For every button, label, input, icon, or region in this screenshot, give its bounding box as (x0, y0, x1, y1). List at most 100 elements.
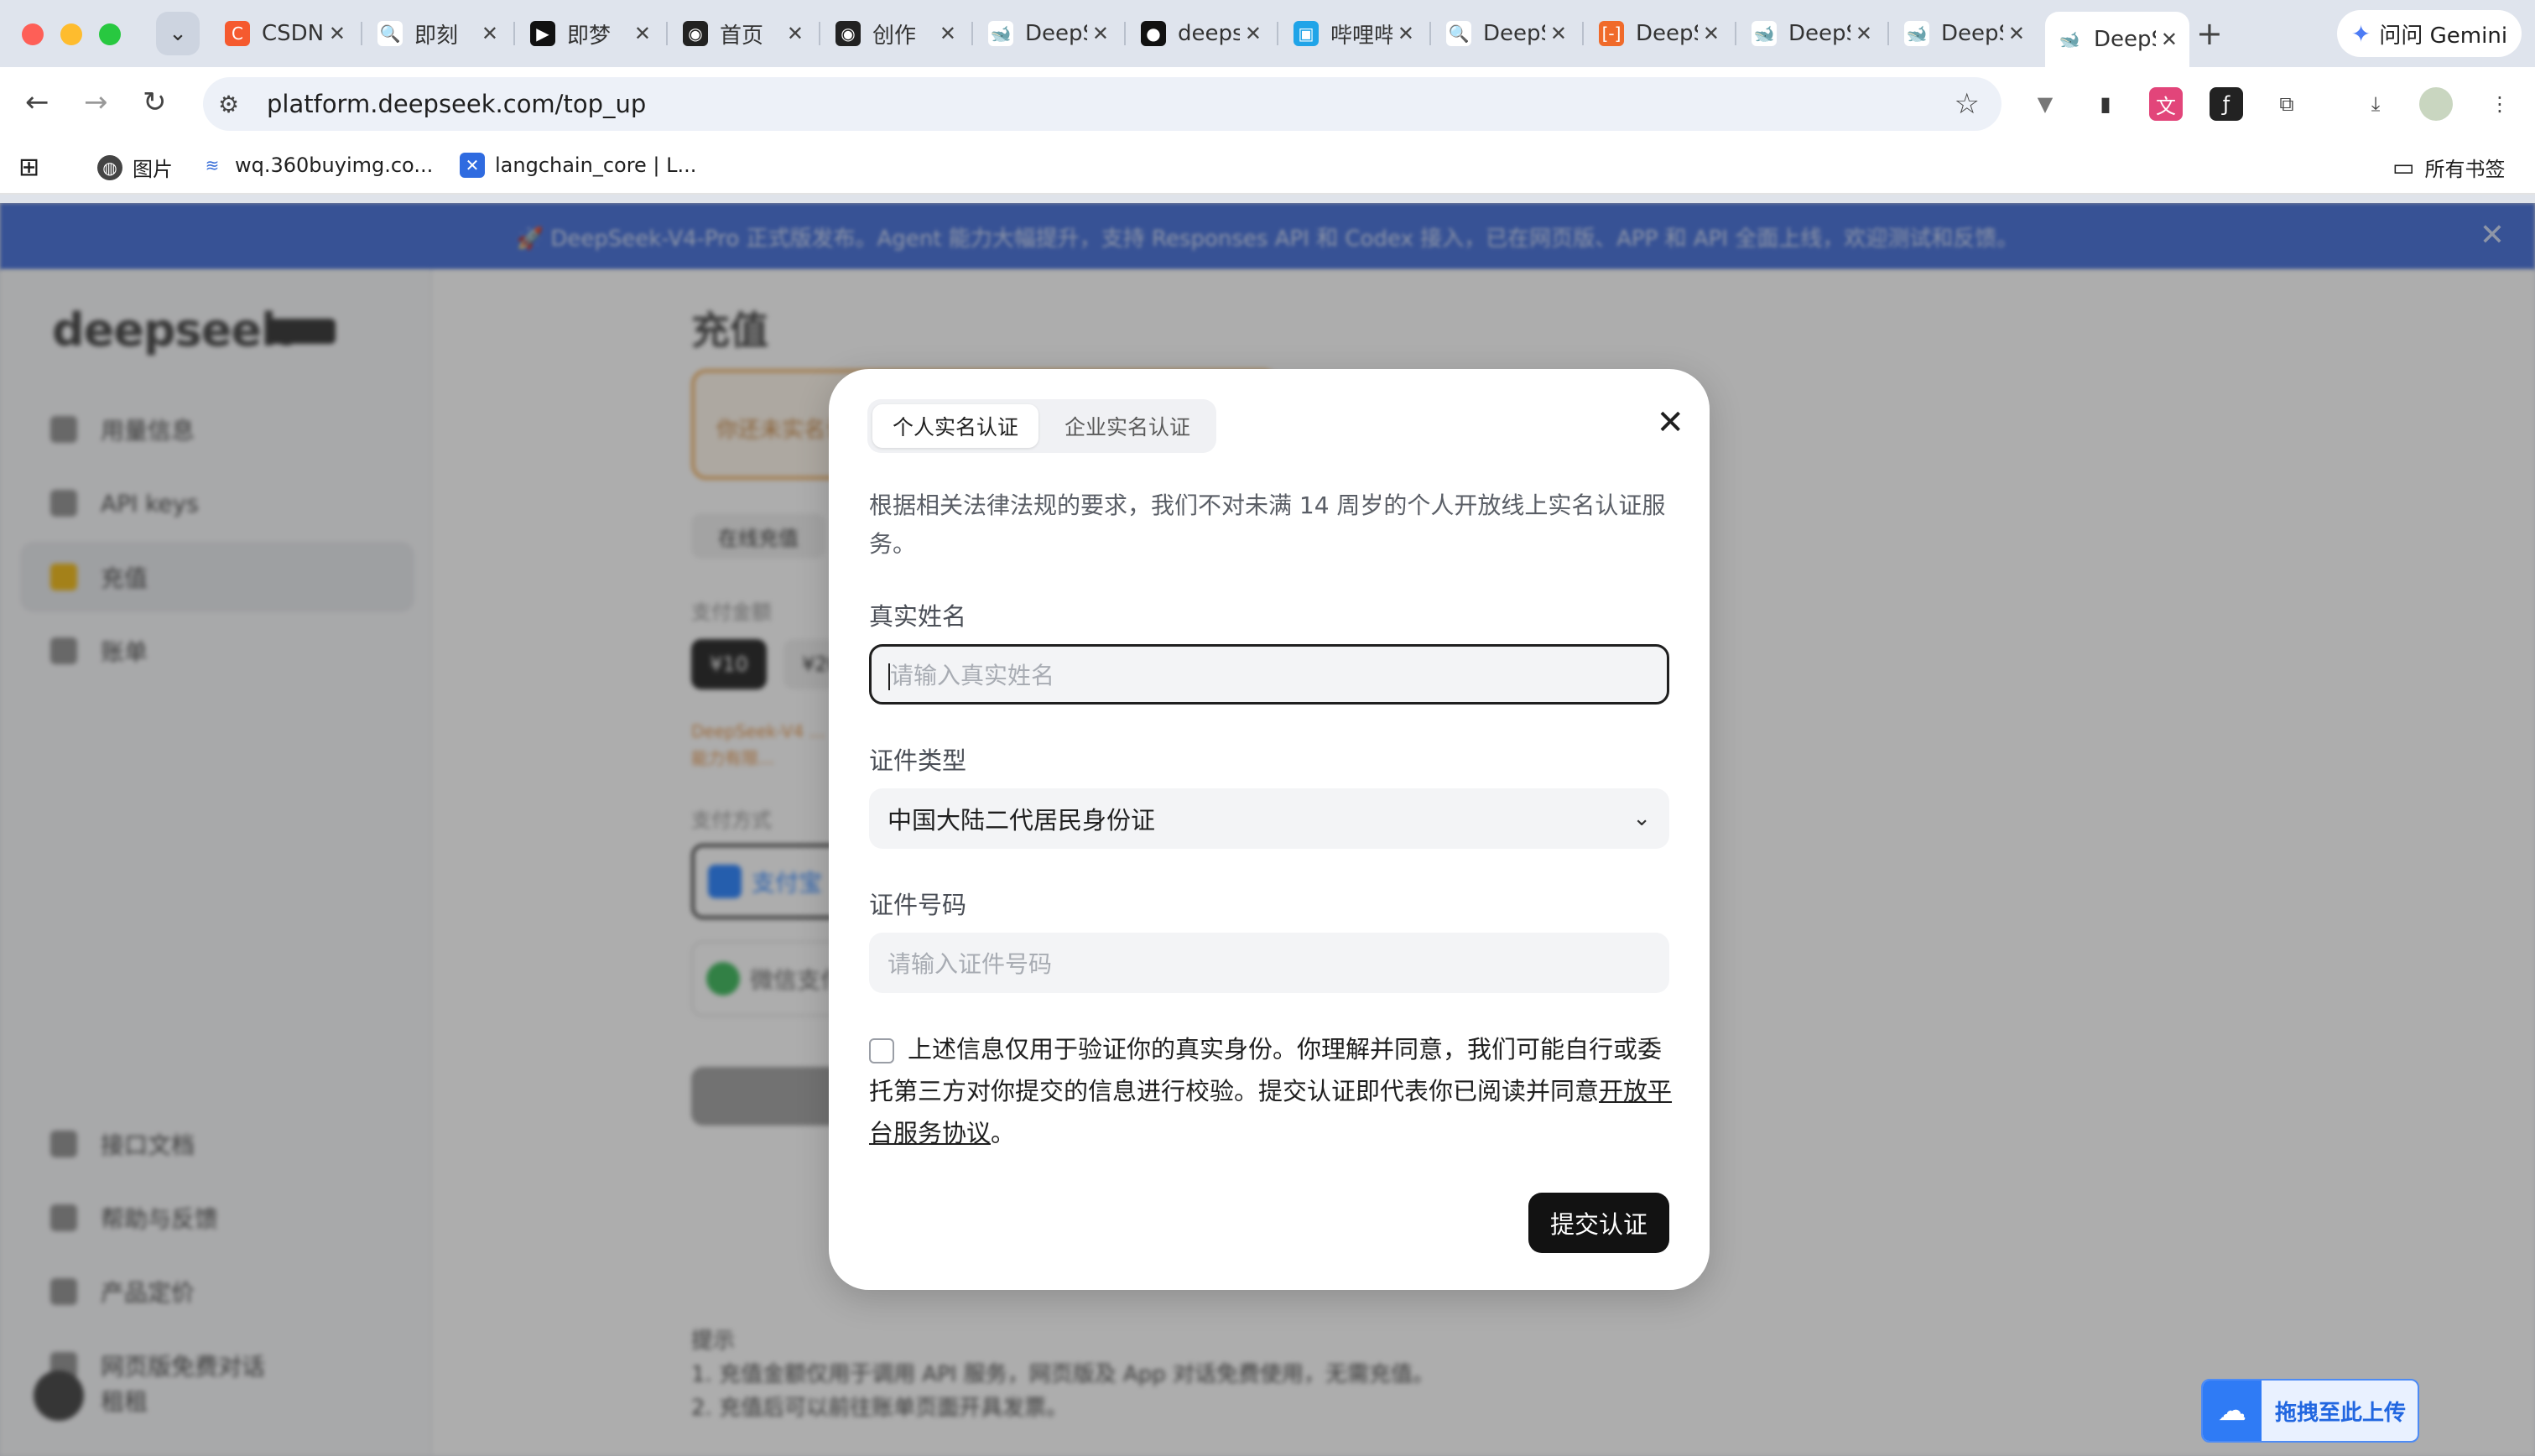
tab-separator (666, 22, 668, 45)
browser-tab[interactable]: 🐋DeepSeek✕ (1740, 12, 1884, 55)
tab-favicon-icon: 🐋 (1904, 21, 1929, 46)
chevron-down-icon: ⌄ (169, 21, 187, 46)
tab-title: DeepSeek (1483, 21, 1545, 46)
browser-tab[interactable]: ▣ 哔哩哔哩 ✕ (1282, 12, 1426, 55)
langchain-icon: ✕ (460, 153, 485, 178)
chevron-down-icon: ⌄ (1632, 806, 1651, 831)
id-type-label: 证件类型 (869, 746, 967, 775)
real-name-verification-dialog: 个人实名认证 企业实名认证 ✕ 根据相关法律法规的要求，我们不对未满 14 周岁… (829, 369, 1710, 1290)
tab-close-icon[interactable]: ✕ (1245, 22, 1262, 45)
tab-separator (1429, 22, 1431, 45)
real-name-input[interactable]: 请输入真实姓名 (869, 644, 1669, 705)
extension-f-icon[interactable]: ƒ (2210, 87, 2243, 121)
tab-enterprise-verification[interactable]: 企业实名认证 (1044, 404, 1211, 448)
tab-favicon-icon: [-] (1599, 21, 1624, 46)
tab-personal-verification[interactable]: 个人实名认证 (872, 404, 1038, 448)
bookmark-item[interactable]: ≋ wq.360buyimg.co... (200, 153, 434, 178)
folder-icon: ▭ (2392, 153, 2415, 181)
close-window-button[interactable] (22, 23, 44, 45)
tab-favicon-icon: 🔍 (377, 21, 403, 46)
back-icon[interactable]: ← (25, 86, 49, 119)
tab-title: DeepSeek (1941, 21, 2003, 46)
tab-separator (1887, 22, 1889, 45)
all-bookmarks[interactable]: ▭ 所有书签 (2392, 153, 2505, 182)
browser-tab[interactable]: [-] DeepSeek✕ (1587, 12, 1731, 55)
tab-separator (971, 22, 973, 45)
browser-tab[interactable]: 🐋DeepSeek✕ (976, 12, 1121, 55)
ask-gemini-button[interactable]: ✦ 问问 Gemini (2337, 10, 2522, 57)
tab-favicon-icon: C (225, 21, 250, 46)
browser-tab[interactable]: 🐋 DeepSeek✕ (1892, 12, 2037, 55)
url-text[interactable]: platform.deepseek.com/top_up (267, 90, 1955, 118)
browser-toolbar: ← → ↻ ⚙ platform.deepseek.com/top_up ☆ ▼… (0, 67, 2535, 141)
bookmark-star-icon[interactable]: ☆ (1955, 87, 1980, 121)
gemini-sparkle-icon: ✦ (2350, 19, 2371, 48)
new-tab-button[interactable]: + (2196, 15, 2223, 52)
globe-icon: ◍ (97, 154, 122, 180)
real-name-placeholder: 请输入真实姓名 (890, 662, 1055, 689)
id-type-select[interactable]: 中国大陆二代居民身份证 ⌄ (869, 788, 1669, 849)
tab-close-icon[interactable]: ✕ (634, 22, 651, 45)
upload-widget-label: 拖拽至此上传 (2275, 1400, 2407, 1426)
apps-grid-icon[interactable]: ⊞ (18, 153, 39, 182)
tab-close-icon[interactable]: ✕ (787, 22, 804, 45)
tab-favicon-icon: 🐋 (2057, 27, 2082, 52)
tab-close-icon[interactable]: ✕ (329, 22, 346, 45)
tab-close-icon[interactable]: ✕ (940, 22, 956, 45)
bookmark-item[interactable]: ◍ 图片 (97, 153, 173, 182)
tab-close-icon[interactable]: ✕ (2008, 22, 2025, 45)
id-number-label: 证件号码 (869, 891, 967, 919)
bookmark-item[interactable]: ✕ langchain_core | L... (460, 153, 696, 178)
tab-close-icon[interactable]: ✕ (481, 22, 498, 45)
tab-close-icon[interactable]: ✕ (1092, 22, 1109, 45)
gemini-label: 问问 Gemini (2379, 23, 2508, 49)
tab-separator (1277, 22, 1278, 45)
tab-separator (1582, 22, 1584, 45)
id-number-input[interactable]: 请输入证件号码 (869, 933, 1669, 993)
address-bar[interactable]: ⚙ platform.deepseek.com/top_up ☆ (203, 77, 2001, 131)
browser-tab[interactable]: ● deepseek✕ (1129, 12, 1273, 55)
browser-tab[interactable]: ▶ 即梦 ✕ (518, 12, 663, 55)
more-menu-icon[interactable]: ⋮ (2483, 87, 2517, 121)
close-icon[interactable]: ✕ (1656, 406, 1684, 439)
tab-close-icon[interactable]: ✕ (1703, 22, 1720, 45)
tab-search-button[interactable]: ⌄ (156, 12, 200, 55)
tab-title: deepseek (1178, 21, 1240, 46)
tab-title: DeepSeek (1025, 21, 1087, 46)
submit-verification-button[interactable]: 提交认证 (1528, 1193, 1669, 1253)
browser-tab[interactable]: ◉ 创作 ✕ (824, 12, 968, 55)
extension-v-icon[interactable]: ▼ (2028, 87, 2062, 121)
extension-phone-icon[interactable]: ▮ (2089, 87, 2122, 121)
tab-favicon-icon: ● (1141, 21, 1166, 46)
browser-tab[interactable]: ◉ 首页 ✕ (671, 12, 815, 55)
browser-tab[interactable]: 🐋 DeepSeek✕ (2045, 12, 2189, 67)
forward-icon[interactable]: → (84, 86, 108, 119)
tab-title: 首页 (720, 23, 764, 49)
tab-separator (513, 22, 515, 45)
tab-title: 创作 (872, 23, 917, 49)
consent-end: 。 (991, 1119, 1016, 1147)
maximize-window-button[interactable] (99, 23, 121, 45)
tab-close-icon[interactable]: ✕ (1550, 22, 1567, 45)
browser-tab[interactable]: 🔍 DeepSeek✕ (1434, 12, 1579, 55)
tab-close-icon[interactable]: ✕ (1856, 22, 1872, 45)
extension-translate-icon[interactable]: 文 (2149, 87, 2183, 121)
extensions-puzzle-icon[interactable]: ⧉ (2270, 87, 2303, 121)
browser-tab[interactable]: 🔍 即刻 ✕ (366, 12, 510, 55)
site-settings-icon[interactable]: ⚙ (218, 91, 252, 118)
tab-title: DeepSeek (1788, 21, 1850, 46)
minimize-window-button[interactable] (60, 23, 82, 45)
bookmarks-bar: ⊞ ◍ 图片 ≋ wq.360buyimg.co... ✕ langchain_… (0, 141, 2535, 195)
browser-tab[interactable]: C CSDN ✕ (213, 12, 357, 55)
tab-favicon-icon: ▶ (530, 21, 555, 46)
download-icon[interactable]: ⤓ (2359, 87, 2392, 121)
bookmark-label: wq.360buyimg.co... (235, 153, 434, 177)
tab-close-icon[interactable]: ✕ (2161, 28, 2178, 51)
bookmark-label: 图片 (133, 158, 173, 181)
profile-avatar[interactable] (2419, 87, 2453, 121)
drag-upload-widget[interactable]: ☁ 拖拽至此上传 (2201, 1379, 2419, 1443)
reload-icon[interactable]: ↻ (143, 86, 167, 119)
tab-close-icon[interactable]: ✕ (1398, 22, 1414, 45)
tab-title: DeepSeek (2094, 27, 2156, 52)
tab-title: 即梦 (567, 23, 612, 49)
